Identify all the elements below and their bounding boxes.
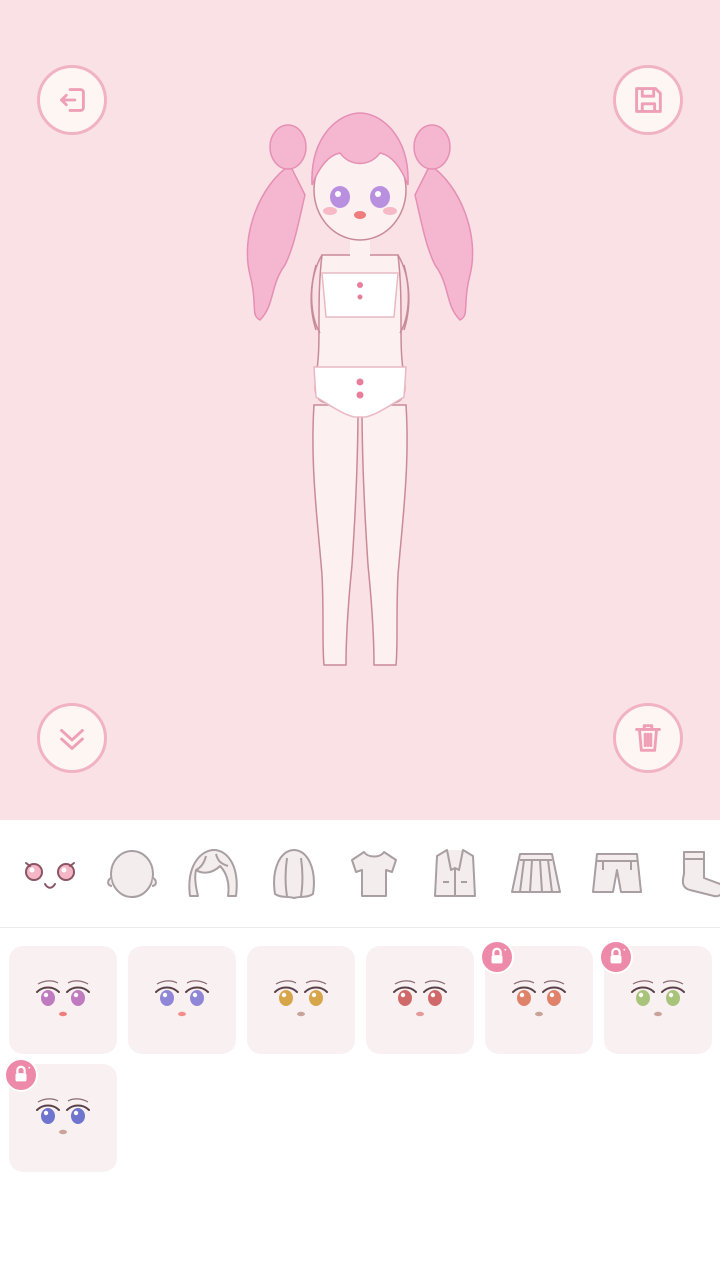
- hair-front-icon: [188, 849, 238, 897]
- lock-badge: [599, 940, 633, 974]
- legs: [312, 404, 408, 666]
- character-stage: [0, 0, 720, 820]
- category-tab-head[interactable]: [97, 840, 165, 908]
- lock-badge: [480, 940, 514, 974]
- category-tab-jacket[interactable]: [421, 840, 489, 908]
- eyes-preview: [512, 980, 566, 1017]
- shorts-icon: [592, 853, 642, 893]
- double-chevron-down-icon: [60, 728, 84, 750]
- category-tab-shorts[interactable]: [583, 840, 651, 908]
- eyes-preview: [274, 980, 328, 1017]
- tshirt-icon: [351, 851, 397, 897]
- eye-options-grid: [0, 928, 720, 1280]
- delete-button[interactable]: [613, 703, 683, 773]
- eyes-icon: [25, 862, 75, 889]
- collapse-panel-button[interactable]: [37, 703, 107, 773]
- character-doll: [246, 112, 474, 666]
- eye-option-tile[interactable]: [247, 946, 355, 1054]
- category-tab-eyes[interactable]: [16, 840, 84, 908]
- category-bar: [0, 820, 720, 928]
- exit-button[interactable]: [37, 65, 107, 135]
- trash-icon: [635, 724, 661, 752]
- skirt-icon: [511, 853, 561, 893]
- lock-icon: [610, 947, 626, 964]
- lock-icon: [491, 947, 507, 964]
- eyes-preview: [36, 1098, 90, 1135]
- sock-icon: [681, 851, 720, 898]
- eye-option-tile[interactable]: [480, 940, 593, 1054]
- hair-back-icon: [273, 849, 315, 899]
- category-tab-skirt[interactable]: [502, 840, 570, 908]
- jacket-icon: [434, 849, 476, 897]
- eye-option-tile[interactable]: [599, 940, 712, 1054]
- save-button[interactable]: [613, 65, 683, 135]
- eyes-preview: [393, 980, 447, 1017]
- eye-option-tile[interactable]: [4, 1058, 117, 1172]
- category-tab-socks[interactable]: [664, 840, 720, 908]
- eye-option-tile[interactable]: [128, 946, 236, 1054]
- head-icon: [107, 850, 157, 898]
- eye-option-tile[interactable]: [366, 946, 474, 1054]
- lock-icon: [15, 1065, 31, 1082]
- category-tab-hair-front[interactable]: [178, 840, 246, 908]
- floppy-save-icon: [635, 87, 662, 113]
- head: [311, 112, 409, 241]
- lock-badge: [4, 1058, 38, 1092]
- exit-icon: [60, 88, 85, 112]
- eye-option-tile[interactable]: [9, 946, 117, 1054]
- eyes-preview: [155, 980, 209, 1017]
- category-tab-hair-back[interactable]: [259, 840, 327, 908]
- eyes-preview: [36, 980, 90, 1017]
- eyes-preview: [631, 980, 685, 1017]
- category-tab-shirt[interactable]: [340, 840, 408, 908]
